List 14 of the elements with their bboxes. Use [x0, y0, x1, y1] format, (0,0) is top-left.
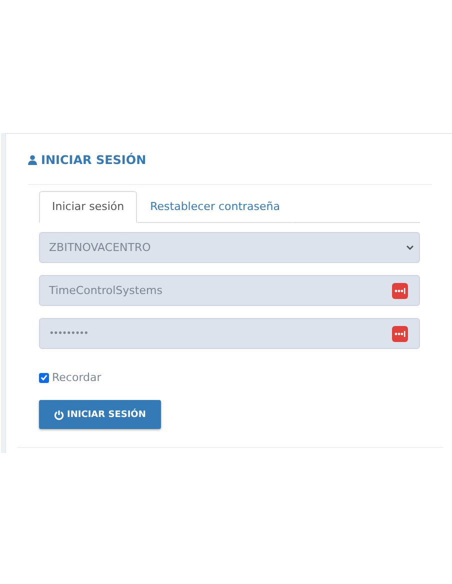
tab[interactable]: Restablecer contraseña — [137, 191, 294, 223]
chevron-down-icon — [406, 245, 414, 250]
password-manager-icon[interactable] — [392, 282, 408, 298]
username-field[interactable]: TimeControlSystems — [39, 275, 420, 306]
password-manager-icon[interactable] — [392, 326, 408, 342]
power-icon — [54, 410, 64, 420]
login-button[interactable]: INICIAR SESIÓN — [39, 400, 161, 429]
company-select[interactable]: ZBITNOVACENTRO — [39, 232, 420, 263]
tab[interactable]: Iniciar sesión — [39, 191, 138, 223]
remember-label: Recordar — [52, 371, 102, 384]
password-field[interactable]: ••••••••• — [39, 318, 420, 349]
panel-title: INICIAR SESIÓN — [41, 153, 146, 167]
remember-checkbox[interactable] — [39, 372, 49, 382]
user-icon — [28, 155, 37, 165]
